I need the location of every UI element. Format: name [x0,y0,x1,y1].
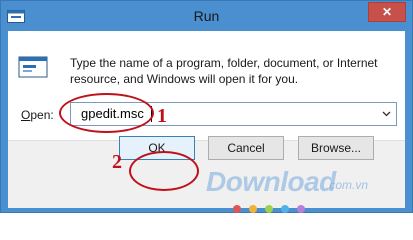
watermark-dot [281,205,289,213]
annotation-step-2: 2 [112,151,122,173]
browse-button[interactable]: Browse... [298,136,374,160]
dropdown-button[interactable] [378,105,394,123]
title-bar[interactable]: Run ✕ [1,1,412,31]
annotation-step-1: 1 [157,105,167,127]
cancel-button[interactable]: Cancel [208,136,284,160]
close-icon: ✕ [381,5,393,19]
chevron-down-icon [382,111,390,117]
watermark-dot [249,205,257,213]
close-button[interactable]: ✕ [368,2,406,22]
watermark-dot [265,205,273,213]
annotation-ellipse-ok [129,151,199,191]
watermark-dot [297,205,305,213]
watermark-logo: Download [206,166,336,197]
run-dialog-window: Run ✕ Type the name of a program, folder… [0,0,413,213]
watermark-dot [233,205,241,213]
dialog-description: Type the name of a program, folder, docu… [70,56,378,86]
annotation-ellipse-input [59,93,154,133]
watermark-dots [233,205,305,213]
run-info-icon [18,56,48,78]
watermark-suffix: .com.vn [326,178,369,192]
window-title: Run [193,8,220,24]
open-label: Open: [21,108,54,122]
